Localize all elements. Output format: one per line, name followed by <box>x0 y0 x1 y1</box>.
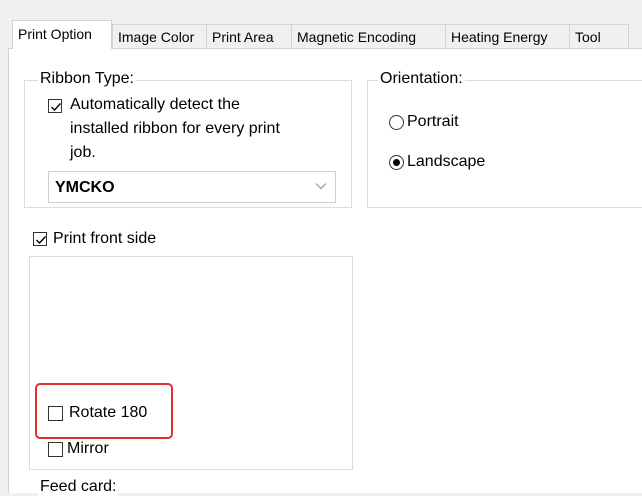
mirror-checkbox[interactable] <box>48 442 63 457</box>
print-front-side-checkbox[interactable] <box>33 232 47 246</box>
orientation-legend: Orientation: <box>378 70 465 88</box>
ribbon-type-legend: Ribbon Type: <box>38 70 136 88</box>
print-front-side-label[interactable]: Print front side <box>53 229 156 249</box>
tab-heating-energy[interactable]: Heating Energy <box>445 24 570 48</box>
checkmark-icon <box>51 103 62 112</box>
checkmark-icon <box>36 236 47 245</box>
tab-magnetic-encoding[interactable]: Magnetic Encoding <box>291 24 446 48</box>
landscape-label[interactable]: Landscape <box>407 152 485 172</box>
auto-detect-label-line3[interactable]: job. <box>70 143 96 163</box>
mirror-label[interactable]: Mirror <box>67 439 109 459</box>
auto-detect-label-line2[interactable]: installed ribbon for every print <box>70 119 280 139</box>
tab-strip: Image Color Print Area Magnetic Encoding… <box>0 0 642 52</box>
highlight-rectangle <box>35 383 173 439</box>
feed-card-legend: Feed card: <box>38 478 119 496</box>
portrait-label[interactable]: Portrait <box>407 112 459 132</box>
tab-print-option[interactable]: Print Option <box>12 20 112 49</box>
portrait-radio[interactable] <box>389 115 404 130</box>
chevron-down-icon <box>315 183 327 190</box>
auto-detect-checkbox[interactable] <box>48 99 62 113</box>
tab-print-area[interactable]: Print Area <box>206 24 292 48</box>
landscape-radio[interactable] <box>389 155 404 170</box>
ribbon-type-value: YMCKO <box>55 179 115 196</box>
radio-selected-dot <box>393 159 400 166</box>
tab-image-color[interactable]: Image Color <box>112 24 207 48</box>
orientation-group <box>367 80 642 208</box>
tab-tool[interactable]: Tool <box>569 24 629 48</box>
auto-detect-label-line1[interactable]: Automatically detect the <box>70 95 240 115</box>
ribbon-type-select[interactable]: YMCKO <box>48 171 336 203</box>
